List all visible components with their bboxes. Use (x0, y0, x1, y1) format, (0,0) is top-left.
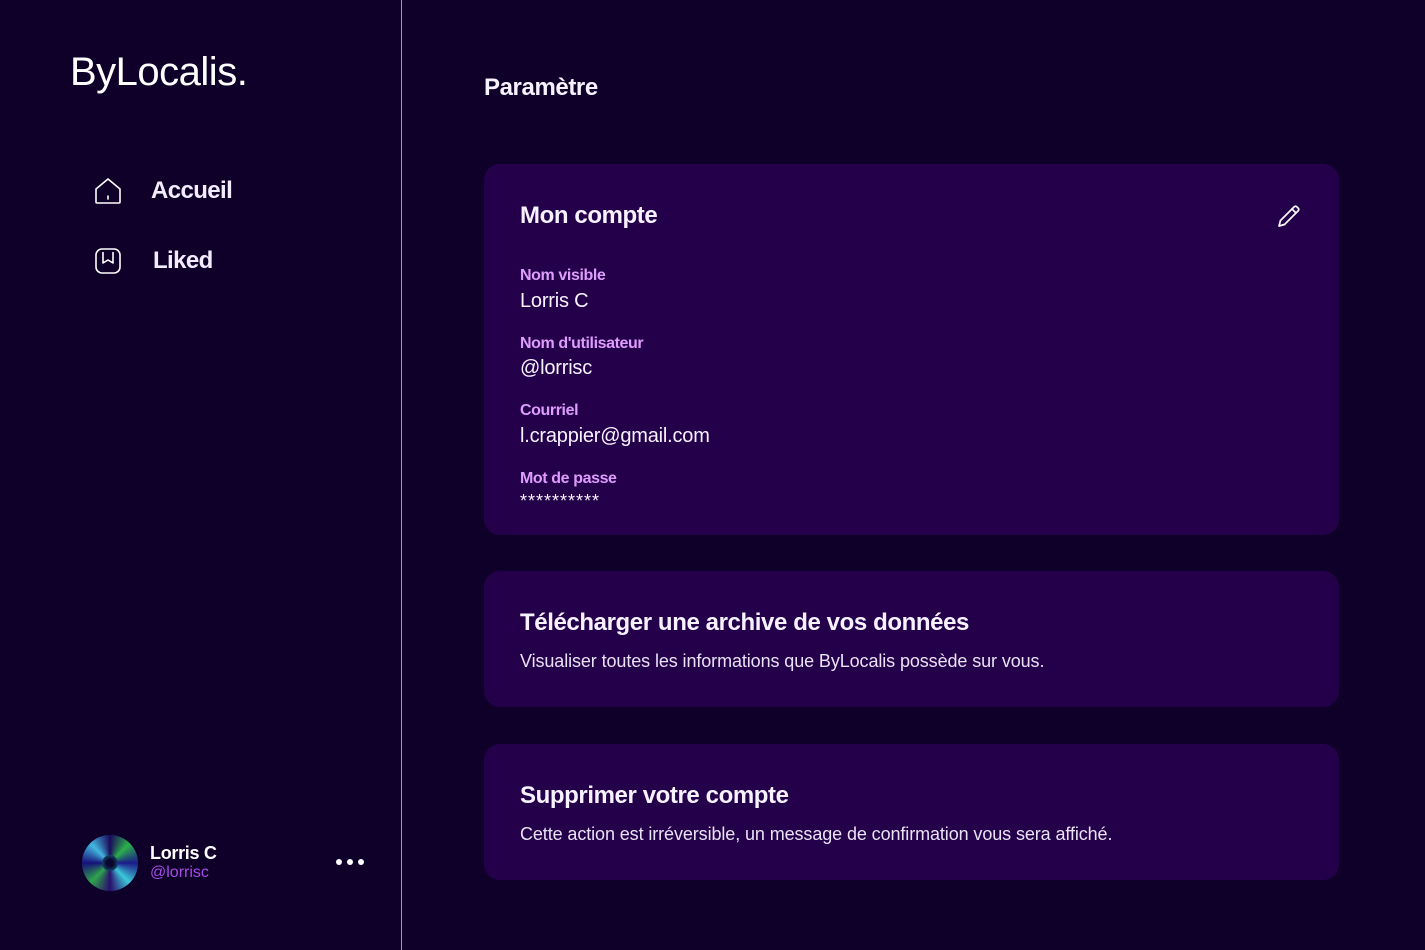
user-profile[interactable]: Lorris C @lorrisc (82, 834, 372, 892)
sidebar-item-accueil[interactable]: Accueil (93, 171, 233, 211)
display-name-label: Nom visible (520, 267, 606, 284)
pencil-icon (1278, 205, 1300, 227)
username-value: @lorrisc (520, 357, 593, 379)
more-dots-icon (336, 859, 342, 865)
username-label: Nom d'utilisateur (520, 335, 644, 352)
download-archive-title: Télécharger une archive de vos données (520, 609, 969, 636)
download-archive-description: Visualiser toutes les informations que B… (520, 651, 1045, 671)
avatar (82, 835, 138, 891)
profile-handle: @lorrisc (150, 864, 209, 881)
delete-account-title: Supprimer votre compte (520, 782, 789, 809)
app-logo[interactable]: ByLocalis. (70, 50, 248, 95)
password-value: ********** (520, 491, 601, 511)
sidebar-item-label: Liked (153, 247, 213, 274)
bookmark-icon (93, 246, 123, 276)
account-card-title: Mon compte (520, 202, 658, 229)
password-label: Mot de passe (520, 470, 617, 487)
profile-text: Lorris C @lorrisc (150, 843, 217, 883)
sidebar-item-liked[interactable]: Liked (93, 241, 213, 281)
delete-account-card[interactable]: Supprimer votre compte Cette action est … (484, 744, 1339, 880)
email-label: Courriel (520, 402, 579, 419)
edit-account-button[interactable] (1275, 202, 1303, 230)
more-options-button[interactable] (336, 852, 364, 872)
display-name-value: Lorris C (520, 290, 589, 312)
account-card: Mon compte Nom visible Lorris C Nom d'ut… (484, 164, 1339, 535)
delete-account-description: Cette action est irréversible, un messag… (520, 824, 1113, 844)
page-title: Paramètre (484, 74, 598, 101)
download-archive-card[interactable]: Télécharger une archive de vos données V… (484, 571, 1339, 707)
profile-name: Lorris C (150, 843, 217, 863)
more-dots-icon (347, 859, 353, 865)
sidebar-item-label: Accueil (151, 177, 233, 204)
email-value: l.crappier@gmail.com (520, 425, 710, 447)
more-dots-icon (358, 859, 364, 865)
sidebar: ByLocalis. Accueil Liked Lorris C @lorri… (0, 0, 402, 950)
app-root: ByLocalis. Accueil Liked Lorris C @lorri… (0, 0, 1425, 950)
home-icon (93, 176, 123, 206)
